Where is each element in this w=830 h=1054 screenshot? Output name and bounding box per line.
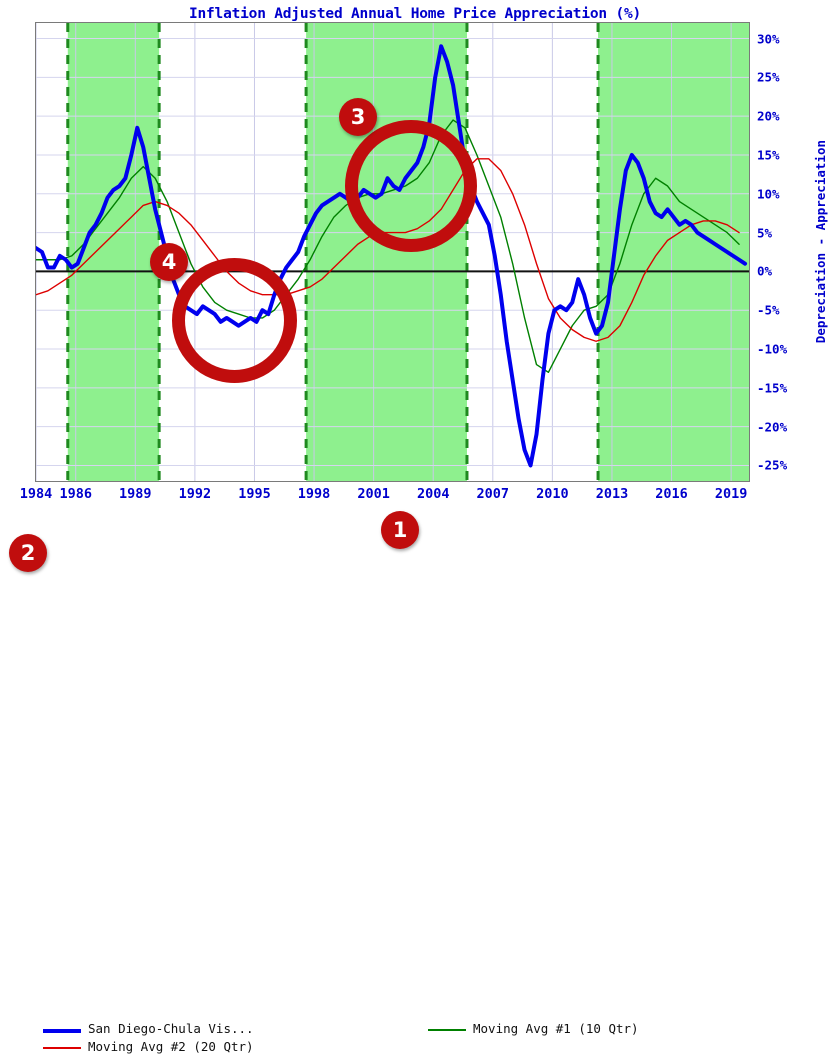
x-tick-4: 1995	[238, 486, 271, 502]
x-tick-0: 1984	[19, 486, 53, 502]
y-tick-2: 20%	[757, 108, 780, 124]
x-tick-5: 1998	[297, 486, 331, 502]
y-tick-11: -25%	[757, 457, 788, 473]
plot-area	[35, 22, 750, 482]
legend-label-series-1: Moving Avg #2 (20 Qtr)	[88, 1039, 254, 1054]
y-tick-1: 25%	[757, 69, 780, 85]
x-tick-2: 1989	[119, 486, 152, 502]
y-tick-5: 5%	[757, 225, 773, 241]
y-tick-6: 0%	[757, 263, 773, 279]
shaded-band-1	[306, 23, 467, 481]
annotation-circle-4	[172, 258, 297, 383]
y-tick-10: -20%	[757, 419, 788, 435]
legend-key-series-0	[43, 1029, 81, 1033]
annotation-badge-4: 4	[150, 243, 188, 281]
x-tick-1: 1986	[59, 486, 92, 502]
y-tick-7: -5%	[757, 302, 780, 318]
x-tick-9: 2010	[536, 486, 569, 502]
x-tick-7: 2004	[416, 486, 450, 502]
y-axis-title: Depreciation - Appreciation	[813, 140, 828, 344]
y-tick-8: -10%	[757, 341, 788, 357]
y-tick-9: -15%	[757, 380, 788, 396]
x-tick-3: 1992	[178, 486, 212, 502]
chart-title: Inflation Adjusted Annual Home Price App…	[188, 6, 642, 22]
y-tick-4: 10%	[757, 186, 780, 202]
legend-label-series-2: Moving Avg #1 (10 Qtr)	[473, 1021, 639, 1036]
chart-screenshot: Inflation Adjusted Annual Home Price App…	[0, 0, 830, 1054]
annotation-circle-3	[345, 120, 477, 252]
x-tick-8: 2007	[476, 486, 510, 502]
legend-key-series-1	[43, 1047, 81, 1049]
y-tick-3: 15%	[757, 147, 780, 163]
legend-key-series-2	[428, 1029, 466, 1031]
legend-label-series-0: San Diego-Chula Vis...	[88, 1021, 254, 1036]
x-tick-6: 2001	[357, 486, 390, 502]
y-axis-tick-labels: 30% 25% 20% 15% 10% 5% 0% -5% -10% -15% -20% -25%	[753, 22, 813, 482]
x-tick-12: 2019	[714, 486, 748, 502]
annotation-badge-3: 3	[339, 98, 377, 136]
x-tick-11: 2016	[655, 486, 688, 502]
plot-svg	[36, 23, 749, 481]
x-tick-10: 2013	[595, 486, 629, 502]
chart-legend: San Diego-Chula Vis... Moving Avg #2 (20…	[0, 505, 830, 1054]
y-tick-0: 30%	[757, 31, 780, 47]
